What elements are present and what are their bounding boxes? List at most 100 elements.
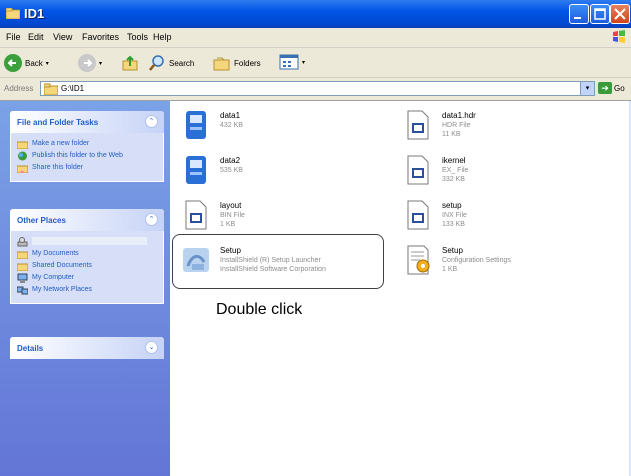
drive-icon <box>17 237 28 247</box>
menu-favorites[interactable]: Favorites <box>82 32 119 42</box>
menu-edit[interactable]: Edit <box>28 32 44 42</box>
cab-archive-icon <box>186 156 206 184</box>
file-list: data1 432 KB data1.hdr HDR File 11 KB dat… <box>170 101 631 476</box>
folder-icon <box>6 8 20 19</box>
cab-archive-icon <box>186 111 206 139</box>
task-make-folder[interactable]: Make a new folder <box>17 139 157 149</box>
back-label: Back <box>25 58 43 68</box>
annotation-label: Double click <box>216 301 303 318</box>
windows-logo-icon <box>613 30 625 43</box>
place-my-documents[interactable]: My Documents <box>17 249 157 259</box>
task-share-folder[interactable]: Share this folder <box>17 163 157 173</box>
file-item[interactable]: data1 432 KB <box>180 107 390 147</box>
menu-view[interactable]: View <box>53 32 72 42</box>
window-title: ID1 <box>24 6 45 21</box>
place-label: My Computer <box>32 274 75 281</box>
file-item[interactable]: setup INX File 133 KB <box>402 197 612 237</box>
file-size: 332 KB <box>442 176 465 183</box>
menu-tools[interactable]: Tools <box>127 32 148 42</box>
place-my-network[interactable]: My Network Places <box>17 285 157 295</box>
menu-bar: File Edit View Favorites Tools Help <box>0 28 631 48</box>
address-bar: Address G:\ID1 ▾ ➔ Go <box>0 78 631 101</box>
file-size: 11 KB <box>442 131 461 138</box>
up-folder-icon <box>122 55 138 71</box>
title-bar[interactable]: ID1 <box>0 0 631 28</box>
place-label <box>32 237 147 245</box>
menu-file[interactable]: File <box>6 32 21 42</box>
file-name: ikernel <box>442 156 466 165</box>
close-icon <box>614 8 626 20</box>
file-type: HDR File <box>442 122 471 129</box>
file-size: 133 KB <box>442 221 465 228</box>
collapse-chevron-icon[interactable]: ⌃ <box>145 115 158 128</box>
file-size: 432 KB <box>220 122 243 129</box>
task-label: Publish this folder to the Web <box>32 152 123 159</box>
back-button[interactable]: Back ▾ <box>4 54 49 72</box>
menu-help[interactable]: Help <box>153 32 172 42</box>
folders-button[interactable]: Folders <box>213 54 261 72</box>
details-panel: Details ⌄ <box>10 337 164 359</box>
file-type: Configuration Settings <box>442 257 511 264</box>
task-publish-web[interactable]: Publish this folder to the Web <box>17 151 157 161</box>
folders-icon <box>213 57 230 71</box>
close-button[interactable] <box>610 4 630 24</box>
minimize-button[interactable] <box>569 4 589 24</box>
file-name: data2 <box>220 156 241 165</box>
panel-header[interactable]: File and Folder Tasks ⌃ <box>10 111 164 133</box>
task-label: Make a new folder <box>32 140 90 147</box>
file-name: layout <box>220 201 242 210</box>
folder-icon <box>44 83 58 95</box>
file-item[interactable]: Setup Configuration Settings 1 KB <box>402 242 612 282</box>
file-name: setup <box>442 201 462 210</box>
share-folder-icon <box>17 165 28 173</box>
maximize-button[interactable] <box>590 4 610 24</box>
expand-chevron-icon[interactable]: ⌄ <box>145 341 158 354</box>
place-my-computer[interactable]: My Computer <box>17 273 157 283</box>
address-input[interactable]: G:\ID1 ▾ <box>40 81 595 96</box>
search-button[interactable]: Search <box>148 54 194 72</box>
forward-button[interactable]: ▾ <box>78 54 102 72</box>
file-type: EX_ File <box>442 167 469 174</box>
place-drive[interactable] <box>17 237 157 247</box>
file-item[interactable]: layout BIN File 1 KB <box>180 197 390 237</box>
address-dropdown-button[interactable]: ▾ <box>580 82 594 95</box>
minimize-icon <box>574 17 581 19</box>
place-shared-documents[interactable]: Shared Documents <box>17 261 157 271</box>
my-documents-icon <box>17 251 28 259</box>
back-arrow-icon <box>4 54 22 72</box>
place-label: Shared Documents <box>32 262 92 269</box>
search-icon <box>149 55 164 71</box>
views-button[interactable]: ▾ <box>279 54 305 70</box>
views-icon <box>279 54 299 70</box>
file-item[interactable]: data2 535 KB <box>180 152 390 192</box>
file-item[interactable]: ikernel EX_ File 332 KB <box>402 152 612 192</box>
search-label: Search <box>169 58 195 68</box>
my-computer-icon <box>17 273 28 283</box>
panel-header[interactable]: Details ⌄ <box>10 337 164 359</box>
forward-arrow-icon <box>78 54 96 72</box>
file-size: 535 KB <box>220 167 243 174</box>
panel-title: File and Folder Tasks <box>17 118 99 127</box>
globe-icon <box>18 151 27 161</box>
highlight-outline <box>172 234 384 289</box>
generic-file-icon <box>407 155 429 185</box>
other-places-panel: Other Places ⌃ My Documents Shared Docum… <box>10 209 164 304</box>
collapse-chevron-icon[interactable]: ⌃ <box>145 213 158 226</box>
file-name: data1.hdr <box>442 111 476 120</box>
config-settings-icon <box>407 245 430 275</box>
explorer-window: ID1 File Edit View Favorites Tools Help … <box>0 0 631 476</box>
new-folder-icon <box>17 141 28 149</box>
go-label: Go <box>614 83 625 93</box>
task-label: Share this folder <box>32 164 83 171</box>
file-item[interactable]: data1.hdr HDR File 11 KB <box>402 107 612 147</box>
panel-title: Other Places <box>17 216 66 225</box>
up-folder-button[interactable] <box>121 54 139 72</box>
file-size: 1 KB <box>220 221 236 228</box>
file-type: BIN File <box>220 212 245 219</box>
place-label: My Documents <box>32 250 79 257</box>
panel-header[interactable]: Other Places ⌃ <box>10 209 164 231</box>
file-folder-tasks-panel: File and Folder Tasks ⌃ Make a new folde… <box>10 111 164 182</box>
folders-label: Folders <box>234 58 261 68</box>
place-label: My Network Places <box>32 286 92 293</box>
go-button[interactable]: ➔ Go <box>598 82 625 94</box>
